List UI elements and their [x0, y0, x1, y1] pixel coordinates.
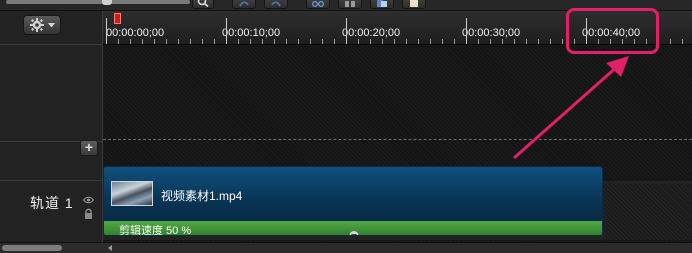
ruler-minor-tick	[394, 39, 395, 44]
clip-speed-label: 剪辑速度 50 %	[119, 225, 192, 236]
ruler-minor-tick	[274, 39, 275, 44]
ruler-minor-tick	[406, 39, 407, 44]
ruler-minor-tick	[682, 39, 683, 44]
ruler-minor-tick	[430, 39, 431, 44]
plus-icon: +	[84, 139, 94, 155]
ruler-minor-tick	[526, 39, 527, 44]
scissors-icon	[312, 1, 324, 7]
ruler-minor-tick	[670, 39, 671, 44]
ruler-minor-tick	[514, 39, 515, 44]
ruler-minor-tick	[322, 39, 323, 44]
header-divider	[0, 180, 103, 181]
paste-icon	[410, 0, 418, 7]
zoom-slider-knob[interactable]	[102, 0, 112, 5]
eye-icon[interactable]	[83, 196, 94, 204]
ruler-timecode: 00:00:20;00	[342, 27, 401, 39]
ruler-timecode: 00:00:00;00	[106, 27, 165, 39]
clip-expand-handle-icon[interactable]	[348, 231, 360, 236]
ruler-minor-tick	[202, 39, 203, 44]
playhead-marker[interactable]	[114, 13, 121, 24]
scrollbar-thumb[interactable]	[2, 245, 62, 251]
paste-button[interactable]	[402, 0, 426, 9]
undo-button[interactable]	[232, 0, 256, 9]
annotation-highlight-box	[566, 8, 659, 54]
ruler-major-tick	[226, 18, 227, 44]
ruler-major-tick	[466, 18, 467, 44]
scroll-left-arrow-icon[interactable]	[108, 245, 112, 251]
ruler-minor-tick	[550, 39, 551, 44]
redo-button[interactable]	[264, 0, 288, 9]
ruler-minor-tick	[502, 39, 503, 44]
ruler-minor-tick	[238, 39, 239, 44]
ruler-minor-tick	[310, 39, 311, 44]
cut-button[interactable]	[306, 0, 330, 9]
horizontal-scrollbar[interactable]	[0, 242, 692, 253]
copy-button[interactable]	[370, 0, 394, 9]
redo-icon	[271, 1, 281, 7]
ruler-minor-tick	[154, 39, 155, 44]
ruler-minor-tick	[478, 39, 479, 44]
ruler-major-tick	[106, 18, 107, 44]
zoom-slider[interactable]	[6, 0, 190, 5]
ruler-minor-tick	[490, 39, 491, 44]
ruler-minor-tick	[142, 39, 143, 44]
ruler-minor-tick	[442, 39, 443, 44]
ruler-minor-tick	[262, 39, 263, 44]
ruler-timecode: 00:00:30;00	[462, 27, 521, 39]
ruler-minor-tick	[190, 39, 191, 44]
ruler-minor-tick	[334, 39, 335, 44]
ruler-minor-tick	[178, 39, 179, 44]
ruler-minor-tick	[130, 39, 131, 44]
ruler-minor-tick	[358, 39, 359, 44]
gear-icon	[29, 18, 44, 32]
track-drop-guide	[103, 139, 692, 140]
ruler-major-tick	[346, 18, 347, 44]
ruler-minor-tick	[454, 39, 455, 44]
split-icon	[345, 1, 355, 7]
copy-icon	[377, 0, 387, 7]
clip-body: 视频素材1.mp4	[104, 167, 602, 221]
ruler-minor-tick	[286, 39, 287, 44]
search-button[interactable]	[192, 0, 214, 9]
ruler-minor-tick	[418, 39, 419, 44]
add-track-button[interactable]: +	[80, 140, 98, 156]
ruler-minor-tick	[166, 39, 167, 44]
ruler-minor-tick	[250, 39, 251, 44]
ruler-timecode: 00:00:10;00	[222, 27, 281, 39]
search-icon	[197, 0, 209, 7]
ruler-minor-tick	[562, 39, 563, 44]
ruler-minor-tick	[214, 39, 215, 44]
ruler-minor-tick	[538, 39, 539, 44]
lock-icon[interactable]	[84, 208, 93, 219]
undo-icon	[239, 1, 249, 7]
clip-thumbnail	[111, 181, 153, 206]
ruler-minor-tick	[118, 39, 119, 44]
track-empty-region	[603, 184, 692, 240]
timeline-settings-button[interactable]	[23, 15, 61, 35]
split-button[interactable]	[338, 0, 362, 9]
video-clip[interactable]: 视频素材1.mp4 剪辑速度 50 %	[103, 166, 603, 236]
track-label: 轨道 1	[30, 195, 74, 211]
ruler-minor-tick	[382, 39, 383, 44]
clip-name: 视频素材1.mp4	[161, 189, 243, 203]
header-divider	[0, 44, 103, 45]
ruler-minor-tick	[370, 39, 371, 44]
ruler-minor-tick	[298, 39, 299, 44]
chevron-down-icon	[47, 22, 55, 27]
